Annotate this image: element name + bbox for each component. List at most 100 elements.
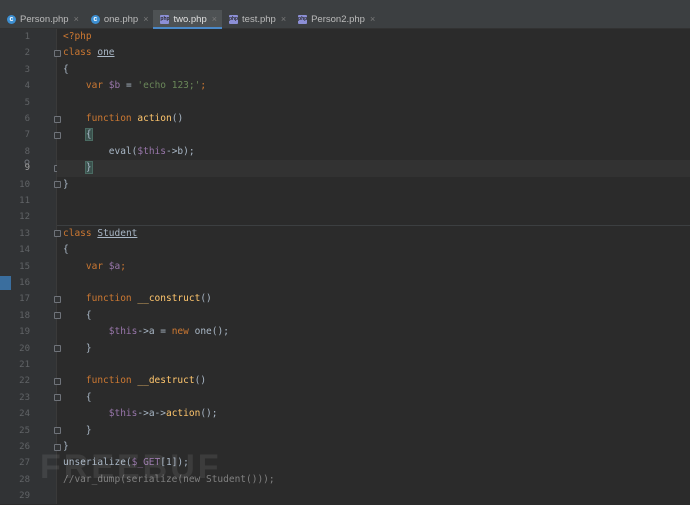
code-line-19: $this->a = new one(); (57, 324, 690, 340)
member-access: ->a-> (137, 408, 166, 420)
method-call: action (165, 408, 201, 420)
line-number: 23 (19, 392, 30, 403)
code-line-13: class Student (57, 226, 690, 242)
line-number: 29 (19, 491, 30, 502)
line-number: 4 (24, 81, 30, 92)
php-file-icon: php (228, 14, 239, 24)
call-rest: ->b); (165, 145, 195, 157)
line-number: 3 (24, 64, 30, 75)
code-line-17: function __construct() (57, 291, 690, 307)
brace: { (63, 244, 69, 256)
keyword: var (85, 260, 104, 272)
string-literal: 'echo 123;' (137, 80, 201, 92)
close-icon[interactable]: × (212, 14, 217, 24)
brace: { (85, 309, 92, 321)
code-line-18: { (57, 308, 690, 324)
line-number: 22 (19, 376, 30, 387)
close-icon[interactable]: × (281, 14, 286, 24)
editor-tab-bar: c Person.php × c one.php × php two.php ×… (0, 10, 690, 29)
line-number-gutter[interactable]: 1 2 3 4 5 6 7 8 9 10 11 12 13 14 15 16 17 18 19 20 21 22 23 24 2… (0, 29, 61, 504)
code-line-4: var $b = 'echo 123;'; (57, 78, 690, 94)
tab-person2-php[interactable]: php Person2.php × (291, 10, 380, 28)
tab-label: Person.php (20, 13, 69, 25)
operator: = (120, 80, 138, 92)
code-line-7: { (57, 127, 690, 143)
class-name: one (97, 47, 115, 59)
line-number: 14 (19, 245, 30, 256)
line-number: 15 (19, 261, 30, 272)
tab-person-php[interactable]: c Person.php × (0, 10, 84, 28)
variable: $b (108, 80, 121, 92)
variable: $this (108, 326, 138, 338)
line-number: 12 (19, 212, 30, 223)
keyword: var (85, 80, 104, 92)
parens: (); (200, 408, 218, 420)
keyword: class (63, 227, 92, 239)
tab-label: test.php (242, 13, 276, 25)
call: eval( (108, 145, 138, 157)
code-line-8: eval($this->b); (57, 144, 690, 160)
brace: } (63, 178, 69, 190)
brace: } (85, 342, 92, 354)
code-line-22: function __destruct() (57, 373, 690, 389)
keyword: new (171, 326, 189, 338)
line-number: 11 (19, 196, 30, 206)
line-number: 17 (19, 294, 30, 305)
code-line-2: class one (57, 45, 690, 61)
line-number: 13 (19, 228, 30, 239)
brace: { (85, 391, 92, 403)
brace: { (63, 63, 69, 75)
code-editor[interactable]: <?php class one { var $b = 'echo 123;'; … (57, 29, 690, 504)
line-number: 1 (24, 32, 30, 42)
semicolon: ; (120, 260, 126, 272)
close-icon[interactable]: × (74, 14, 79, 24)
code-line-15: var $a; (57, 259, 690, 275)
member-access: ->a = (137, 326, 172, 338)
php-class-icon: c (7, 14, 16, 24)
line-number: 5 (24, 97, 30, 108)
close-icon[interactable]: × (370, 14, 375, 24)
keyword: function (85, 375, 132, 387)
function-name: __destruct (137, 375, 195, 387)
brace: } (85, 424, 92, 436)
constructor-call: one(); (188, 326, 229, 338)
line-number: 20 (19, 343, 30, 354)
code-line-23: { (57, 390, 690, 406)
parens: () (171, 113, 184, 124)
line-number: 19 (19, 327, 30, 338)
tab-label: Person2.php (311, 13, 365, 25)
line-number: 21 (19, 360, 30, 370)
tab-test-php[interactable]: php test.php × (222, 10, 291, 28)
brace-matched: } (84, 161, 93, 175)
semicolon: ; (200, 80, 207, 92)
variable: $a (108, 260, 121, 272)
tab-one-php[interactable]: c one.php × (84, 10, 154, 28)
class-name: Student (97, 227, 138, 239)
code-line-24: $this->a->action(); (57, 406, 690, 422)
variable: $this (108, 408, 138, 420)
code-line-1: <?php (57, 29, 690, 45)
line-number: 28 (19, 474, 30, 485)
tab-two-php[interactable]: php two.php × (153, 10, 223, 29)
line-number: 6 (24, 114, 30, 124)
code-line-20: } (57, 341, 690, 357)
close-icon[interactable]: × (143, 14, 148, 24)
line-number: 18 (19, 310, 30, 321)
keyword: function (85, 113, 132, 124)
parens: () (200, 293, 212, 305)
tab-label: two.php (173, 13, 207, 25)
code-line-3: { (57, 62, 690, 78)
window-top-strip (0, 0, 690, 10)
php-file-icon: php (160, 14, 170, 24)
line-number: 7 (24, 130, 30, 141)
brace-matched: { (84, 128, 93, 142)
parens: () (194, 375, 207, 387)
function-name: action (137, 113, 172, 124)
line-number: 25 (19, 425, 30, 436)
line-number: 2 (24, 48, 30, 59)
